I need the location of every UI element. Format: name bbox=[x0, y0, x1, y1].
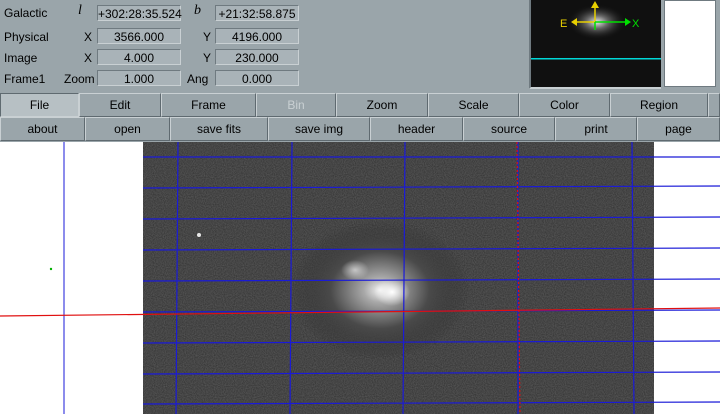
zoom-value: 1.000 bbox=[97, 70, 181, 86]
image-display bbox=[0, 142, 720, 414]
image-canvas[interactable] bbox=[0, 142, 720, 414]
save-img-button[interactable]: save img bbox=[268, 117, 370, 141]
menu-bar: File Edit Frame Bin Zoom Scale Color Reg… bbox=[0, 93, 720, 117]
menu-color[interactable]: Color bbox=[519, 93, 610, 117]
panner[interactable]: E X bbox=[529, 0, 661, 89]
galactic-l-symbol: l bbox=[78, 3, 82, 18]
image-x-symbol: X bbox=[84, 51, 93, 65]
angle-value: 0.000 bbox=[215, 70, 299, 86]
physical-x-symbol: X bbox=[84, 30, 93, 44]
physical-x-value: 3566.000 bbox=[97, 28, 181, 44]
header-button[interactable]: header bbox=[370, 117, 463, 141]
angle-label: Ang bbox=[187, 72, 209, 86]
menu-scale[interactable]: Scale bbox=[428, 93, 519, 117]
compass-east-label: E bbox=[560, 18, 567, 30]
galactic-label: Galactic bbox=[4, 6, 48, 20]
print-button[interactable]: print bbox=[555, 117, 637, 141]
image-x-value: 4.000 bbox=[97, 49, 181, 65]
button-bar: about open save fits save img header sou… bbox=[0, 117, 720, 141]
image-y-symbol: Y bbox=[203, 51, 212, 65]
galactic-l-value: +302:28:35.524 bbox=[97, 5, 182, 21]
panner-view-box bbox=[531, 58, 661, 60]
galactic-b-value: +21:32:58.875 bbox=[215, 5, 299, 21]
source-button[interactable]: source bbox=[463, 117, 555, 141]
about-button[interactable]: about bbox=[0, 117, 85, 141]
frame-label: Frame1 bbox=[4, 72, 46, 86]
menu-bin[interactable]: Bin bbox=[256, 93, 336, 117]
panner-thumbnail: E X bbox=[531, 0, 661, 87]
open-button[interactable]: open bbox=[85, 117, 170, 141]
menu-frame[interactable]: Frame bbox=[161, 93, 256, 117]
menu-overflow[interactable] bbox=[708, 93, 720, 117]
info-panel: Galactic l +302:28:35.524 b +21:32:58.87… bbox=[0, 0, 302, 92]
region-marker bbox=[49, 267, 53, 271]
star bbox=[197, 233, 201, 237]
physical-y-value: 4196.000 bbox=[215, 28, 299, 44]
galactic-b-symbol: b bbox=[194, 3, 201, 18]
page-button[interactable]: page bbox=[637, 117, 720, 141]
magnifier bbox=[664, 0, 716, 87]
physical-label: Physical bbox=[4, 30, 49, 44]
menu-region[interactable]: Region bbox=[610, 93, 708, 117]
image-y-value: 230.000 bbox=[215, 49, 299, 65]
zoom-label: Zoom bbox=[64, 72, 95, 86]
menu-zoom[interactable]: Zoom bbox=[336, 93, 428, 117]
physical-y-symbol: Y bbox=[203, 30, 212, 44]
image-label: Image bbox=[4, 51, 38, 65]
galaxy-core bbox=[374, 278, 410, 306]
save-fits-button[interactable]: save fits bbox=[170, 117, 268, 141]
compass-x-label: X bbox=[632, 18, 640, 30]
menu-file[interactable]: File bbox=[0, 93, 79, 117]
menu-edit[interactable]: Edit bbox=[79, 93, 161, 117]
